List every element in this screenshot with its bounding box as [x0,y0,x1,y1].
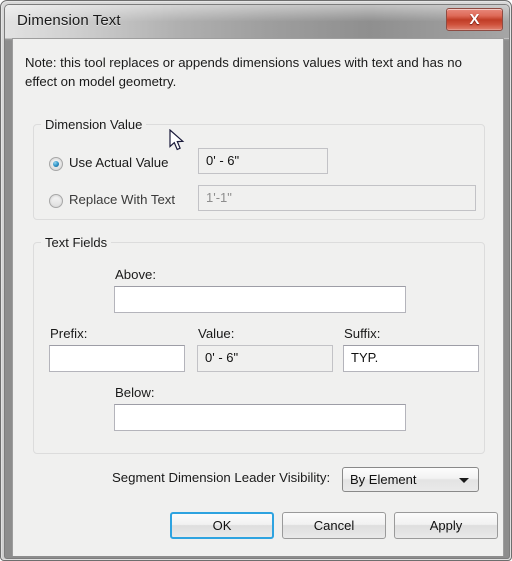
radio-indicator-replace-with-text[interactable] [49,194,63,208]
dialog-window: Dimension Text X Note: this tool replace… [0,0,512,561]
radio-label-use-actual-value: Use Actual Value [69,155,169,170]
actual-value-field[interactable]: 0' - 6" [198,148,328,174]
text-fields-group-title: Text Fields [41,235,112,250]
prefix-input[interactable] [49,345,185,372]
leader-visibility-dropdown[interactable]: By Element [342,467,479,492]
prefix-label: Prefix: [50,326,88,341]
close-button[interactable]: X [446,8,503,31]
below-label: Below: [115,385,155,400]
value-label: Value: [198,326,235,341]
apply-button[interactable]: Apply [394,512,498,539]
suffix-input[interactable]: TYP. [343,345,479,372]
dimension-value-group-title: Dimension Value [41,117,147,132]
close-icon: X [469,11,480,28]
leader-visibility-selected-value: By Element [350,472,417,487]
radio-indicator-use-actual-value[interactable] [49,157,63,171]
window-title: Dimension Text [17,12,121,29]
chevron-down-icon [459,478,469,483]
above-label: Above: [115,267,157,282]
dialog-content: Note: this tool replaces or appends dime… [12,38,504,556]
ok-button[interactable]: OK [170,512,274,539]
dialog-frame: Dimension Text X Note: this tool replace… [4,4,510,559]
note-text: Note: this tool replaces or appends dime… [25,55,462,89]
replace-with-text-field: 1'-1" [198,185,476,211]
suffix-label: Suffix: [344,326,381,341]
radio-label-replace-with-text: Replace With Text [69,192,176,207]
leader-visibility-label: Segment Dimension Leader Visibility: [112,470,331,485]
above-input[interactable] [114,286,406,313]
below-input[interactable] [114,404,406,431]
cancel-button[interactable]: Cancel [282,512,386,539]
title-bar[interactable]: Dimension Text X [5,5,509,38]
value-input[interactable]: 0' - 6" [197,345,333,372]
